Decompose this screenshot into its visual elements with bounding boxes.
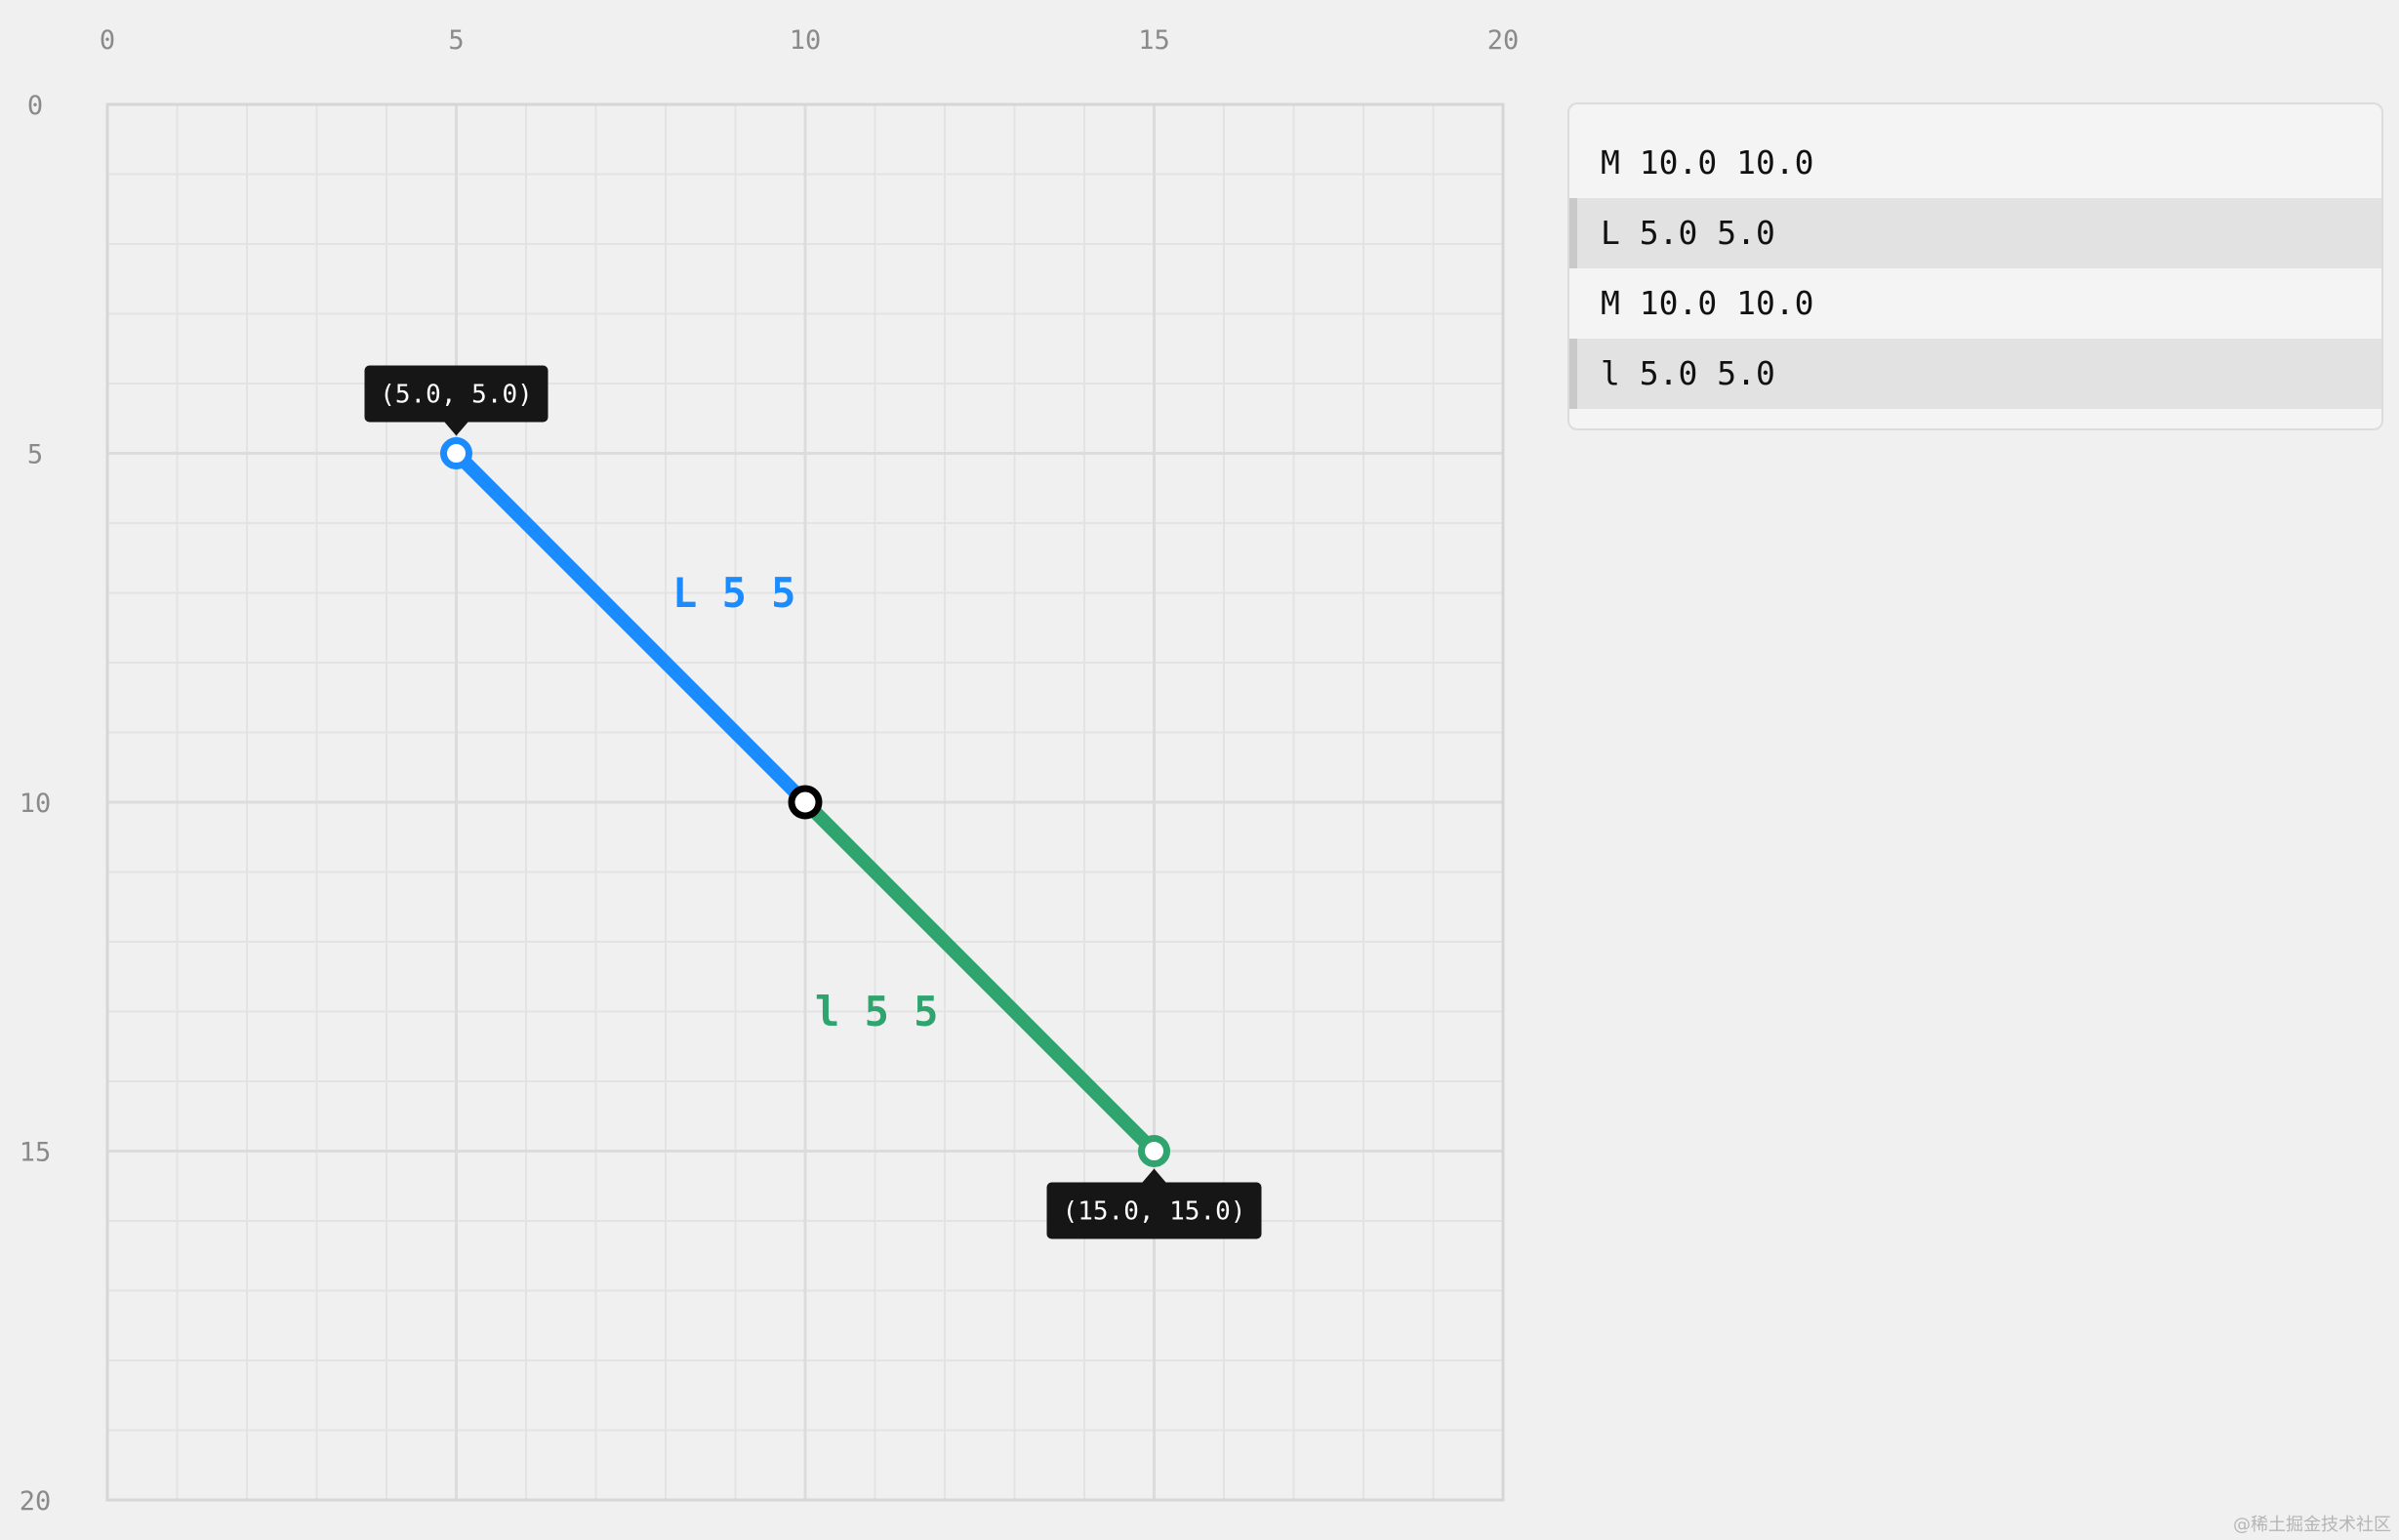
y-tick-label: 0 xyxy=(27,91,43,121)
segment-line-absolute[interactable] xyxy=(449,446,812,809)
origin-handle[interactable] xyxy=(788,785,823,820)
grid-svg[interactable]: 0 5 10 15 20 0 5 10 15 20 L 5 5 l 5 5 (5.0, 5.0) (… xyxy=(0,0,1562,1540)
tooltip-pointer xyxy=(444,422,468,436)
command-row-move[interactable]: M 10.0 10.0 xyxy=(1569,128,2381,198)
x-tick-label: 20 xyxy=(1487,25,1520,56)
tooltip-text: (15.0, 15.0) xyxy=(1063,1197,1246,1227)
y-tick-label: 20 xyxy=(20,1486,52,1517)
x-tick-label: 10 xyxy=(790,25,822,56)
segment-label-relative: l 5 5 xyxy=(815,988,938,1035)
y-axis-labels: 0 5 10 15 20 xyxy=(20,91,52,1517)
x-axis-labels: 0 5 10 15 20 xyxy=(100,25,1519,56)
command-row-line-absolute[interactable]: L 5.0 5.0 xyxy=(1569,198,2381,268)
x-tick-label: 15 xyxy=(1138,25,1170,56)
x-tick-label: 5 xyxy=(448,25,464,56)
tooltip-point-relative: (15.0, 15.0) xyxy=(1046,1168,1262,1239)
command-row-line-relative[interactable]: l 5.0 5.0 xyxy=(1569,339,2381,409)
path-canvas[interactable]: 0 5 10 15 20 0 5 10 15 20 L 5 5 l 5 5 (5.0, 5.0) (… xyxy=(0,0,1562,1540)
tooltip-point-absolute: (5.0, 5.0) xyxy=(364,365,549,436)
tooltip-pointer xyxy=(1142,1168,1166,1183)
watermark: @稀土掘金技术社区 xyxy=(2233,1515,2391,1535)
y-tick-label: 5 xyxy=(27,440,43,470)
y-tick-label: 15 xyxy=(20,1138,52,1168)
tooltip-text: (5.0, 5.0) xyxy=(380,381,533,410)
endpoint-handle-relative[interactable] xyxy=(1138,1135,1170,1167)
segment-line-relative[interactable] xyxy=(798,795,1161,1158)
segment-label-absolute: L 5 5 xyxy=(672,569,795,617)
path-command-panel: M 10.0 10.0 L 5.0 5.0 M 10.0 10.0 l 5.0 … xyxy=(1567,102,2383,430)
x-tick-label: 0 xyxy=(100,25,115,56)
command-row-move[interactable]: M 10.0 10.0 xyxy=(1569,268,2381,339)
y-tick-label: 10 xyxy=(20,789,52,819)
endpoint-handle-absolute[interactable] xyxy=(440,437,472,469)
